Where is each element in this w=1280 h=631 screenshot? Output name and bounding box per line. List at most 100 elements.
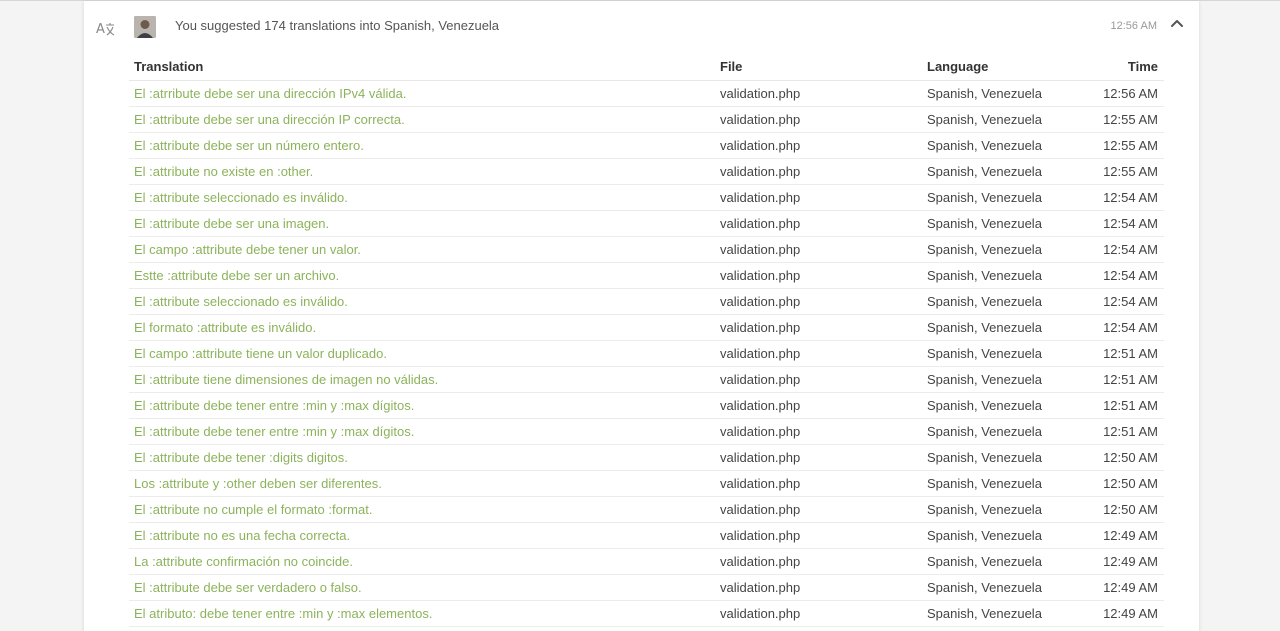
file-name: validation.php bbox=[720, 580, 801, 595]
file-name: validation.php bbox=[720, 138, 801, 153]
row-time: 12:54 AM bbox=[1103, 268, 1158, 283]
row-time: 12:55 AM bbox=[1103, 164, 1158, 179]
translation-link[interactable]: El :atrribute debe ser una dirección IPv… bbox=[134, 86, 406, 101]
activity-header: A You suggested 174 translations into Sp… bbox=[84, 1, 1199, 53]
translation-link[interactable]: El campo :attribute tiene un valor dupli… bbox=[134, 346, 387, 361]
translation-link[interactable]: El :attribute seleccionado es inválido. bbox=[134, 190, 348, 205]
file-name: validation.php bbox=[720, 476, 801, 491]
translation-link[interactable]: El :attribute no es una fecha correcta. bbox=[134, 528, 350, 543]
table-row: El campo :attribute debe tener un valor.… bbox=[129, 237, 1164, 263]
language-name: Spanish, Venezuela bbox=[927, 138, 1042, 153]
file-name: validation.php bbox=[720, 502, 801, 517]
translation-link[interactable]: El campo :attribute debe tener un valor. bbox=[134, 242, 361, 257]
language-name: Spanish, Venezuela bbox=[927, 190, 1042, 205]
language-name: Spanish, Venezuela bbox=[927, 476, 1042, 491]
row-time: 12:55 AM bbox=[1103, 138, 1158, 153]
language-name: Spanish, Venezuela bbox=[927, 86, 1042, 101]
table-body: El :atrribute debe ser una dirección IPv… bbox=[129, 81, 1164, 631]
row-time: 12:51 AM bbox=[1103, 398, 1158, 413]
table-row: Estte :attribute debe ser un archivo. val… bbox=[129, 263, 1164, 289]
table-row: El :attribute debe tener :digits digitos… bbox=[129, 445, 1164, 471]
translation-link[interactable]: El atributo: debe tener entre :min y :ma… bbox=[134, 606, 432, 621]
language-name: Spanish, Venezuela bbox=[927, 372, 1042, 387]
translation-link[interactable]: El :attribute debe tener :digits digitos… bbox=[134, 450, 348, 465]
table-row: El :attribute debe tener entre :min y :m… bbox=[129, 627, 1164, 631]
row-time: 12:54 AM bbox=[1103, 190, 1158, 205]
language-name: Spanish, Venezuela bbox=[927, 164, 1042, 179]
row-time: 12:49 AM bbox=[1103, 528, 1158, 543]
activity-card: A You suggested 174 translations into Sp… bbox=[84, 1, 1199, 631]
language-name: Spanish, Venezuela bbox=[927, 502, 1042, 517]
chevron-up-icon[interactable] bbox=[1169, 15, 1185, 31]
file-name: validation.php bbox=[720, 372, 801, 387]
table-row: El :attribute seleccionado es inválido. v… bbox=[129, 185, 1164, 211]
table-row: Los :attribute y :other deben ser difere… bbox=[129, 471, 1164, 497]
language-name: Spanish, Venezuela bbox=[927, 580, 1042, 595]
column-header-time: Time bbox=[1127, 59, 1158, 74]
svg-text:A: A bbox=[96, 22, 105, 37]
activity-summary: You suggested 174 translations into Span… bbox=[175, 18, 500, 33]
file-name: validation.php bbox=[720, 398, 801, 413]
translation-link[interactable]: Estte :attribute debe ser un archivo. bbox=[134, 268, 339, 283]
row-time: 12:51 AM bbox=[1103, 346, 1158, 361]
translation-link[interactable]: El :attribute tiene dimensiones de image… bbox=[134, 372, 438, 387]
language-name: Spanish, Venezuela bbox=[927, 216, 1042, 231]
table-row: El :attribute debe ser una dirección IP … bbox=[129, 107, 1164, 133]
language-name: Spanish, Venezuela bbox=[927, 450, 1042, 465]
table-row: El :attribute debe ser un número entero.… bbox=[129, 133, 1164, 159]
translation-link[interactable]: La :attribute confirmación no coincide. bbox=[134, 554, 353, 569]
translation-link[interactable]: El :attribute seleccionado es inválido. bbox=[134, 294, 348, 309]
language-name: Spanish, Venezuela bbox=[927, 346, 1042, 361]
language-name: Spanish, Venezuela bbox=[927, 528, 1042, 543]
file-name: validation.php bbox=[720, 528, 801, 543]
row-time: 12:49 AM bbox=[1103, 606, 1158, 621]
translation-link[interactable]: El :attribute no cumple el formato :form… bbox=[134, 502, 372, 517]
language-name: Spanish, Venezuela bbox=[927, 268, 1042, 283]
row-time: 12:51 AM bbox=[1103, 372, 1158, 387]
translation-link[interactable]: El :attribute debe ser una imagen. bbox=[134, 216, 329, 231]
table-header: Translation File Language Time bbox=[129, 55, 1164, 81]
file-name: validation.php bbox=[720, 320, 801, 335]
table-row: El :attribute debe ser una imagen. valida… bbox=[129, 211, 1164, 237]
translation-link[interactable]: El :attribute debe tener entre :min y :m… bbox=[134, 424, 414, 439]
translation-link[interactable]: El :attribute debe tener entre :min y :m… bbox=[134, 398, 414, 413]
table-row: El :attribute no es una fecha correcta. v… bbox=[129, 523, 1164, 549]
file-name: validation.php bbox=[720, 424, 801, 439]
table-row: El formato :attribute es inválido. valida… bbox=[129, 315, 1164, 341]
translation-link[interactable]: El formato :attribute es inválido. bbox=[134, 320, 316, 335]
file-name: validation.php bbox=[720, 216, 801, 231]
language-name: Spanish, Venezuela bbox=[927, 424, 1042, 439]
row-time: 12:51 AM bbox=[1103, 424, 1158, 439]
translation-link[interactable]: El :attribute debe ser una dirección IP … bbox=[134, 112, 405, 127]
column-header-file: File bbox=[720, 59, 743, 74]
translation-link[interactable]: El :attribute debe ser verdadero o falso… bbox=[134, 580, 362, 595]
translation-link[interactable]: El :attribute debe ser un número entero. bbox=[134, 138, 364, 153]
row-time: 12:54 AM bbox=[1103, 216, 1158, 231]
table-row: El :attribute no cumple el formato :form… bbox=[129, 497, 1164, 523]
language-name: Spanish, Venezuela bbox=[927, 398, 1042, 413]
page: A You suggested 174 translations into Sp… bbox=[0, 0, 1280, 631]
file-name: validation.php bbox=[720, 268, 801, 283]
file-name: validation.php bbox=[720, 450, 801, 465]
file-name: validation.php bbox=[720, 346, 801, 361]
table-row: El :attribute seleccionado es inválido. v… bbox=[129, 289, 1164, 315]
table-row: El :atrribute debe ser una dirección IPv… bbox=[129, 81, 1164, 107]
column-header-language: Language bbox=[927, 59, 989, 74]
row-time: 12:56 AM bbox=[1103, 86, 1158, 101]
translation-link[interactable]: El :attribute no existe en :other. bbox=[134, 164, 313, 179]
table-row: La :attribute confirmación no coincide. v… bbox=[129, 549, 1164, 575]
row-time: 12:49 AM bbox=[1103, 554, 1158, 569]
file-name: validation.php bbox=[720, 86, 801, 101]
language-name: Spanish, Venezuela bbox=[927, 242, 1042, 257]
column-header-translation: Translation bbox=[134, 59, 204, 74]
row-time: 12:50 AM bbox=[1103, 502, 1158, 517]
file-name: validation.php bbox=[720, 190, 801, 205]
table-row: El :attribute debe ser verdadero o falso… bbox=[129, 575, 1164, 601]
file-name: validation.php bbox=[720, 242, 801, 257]
row-time: 12:50 AM bbox=[1103, 476, 1158, 491]
translate-icon: A bbox=[96, 19, 116, 37]
row-time: 12:50 AM bbox=[1103, 450, 1158, 465]
translation-link[interactable]: Los :attribute y :other deben ser difere… bbox=[134, 476, 382, 491]
language-name: Spanish, Venezuela bbox=[927, 294, 1042, 309]
language-name: Spanish, Venezuela bbox=[927, 112, 1042, 127]
